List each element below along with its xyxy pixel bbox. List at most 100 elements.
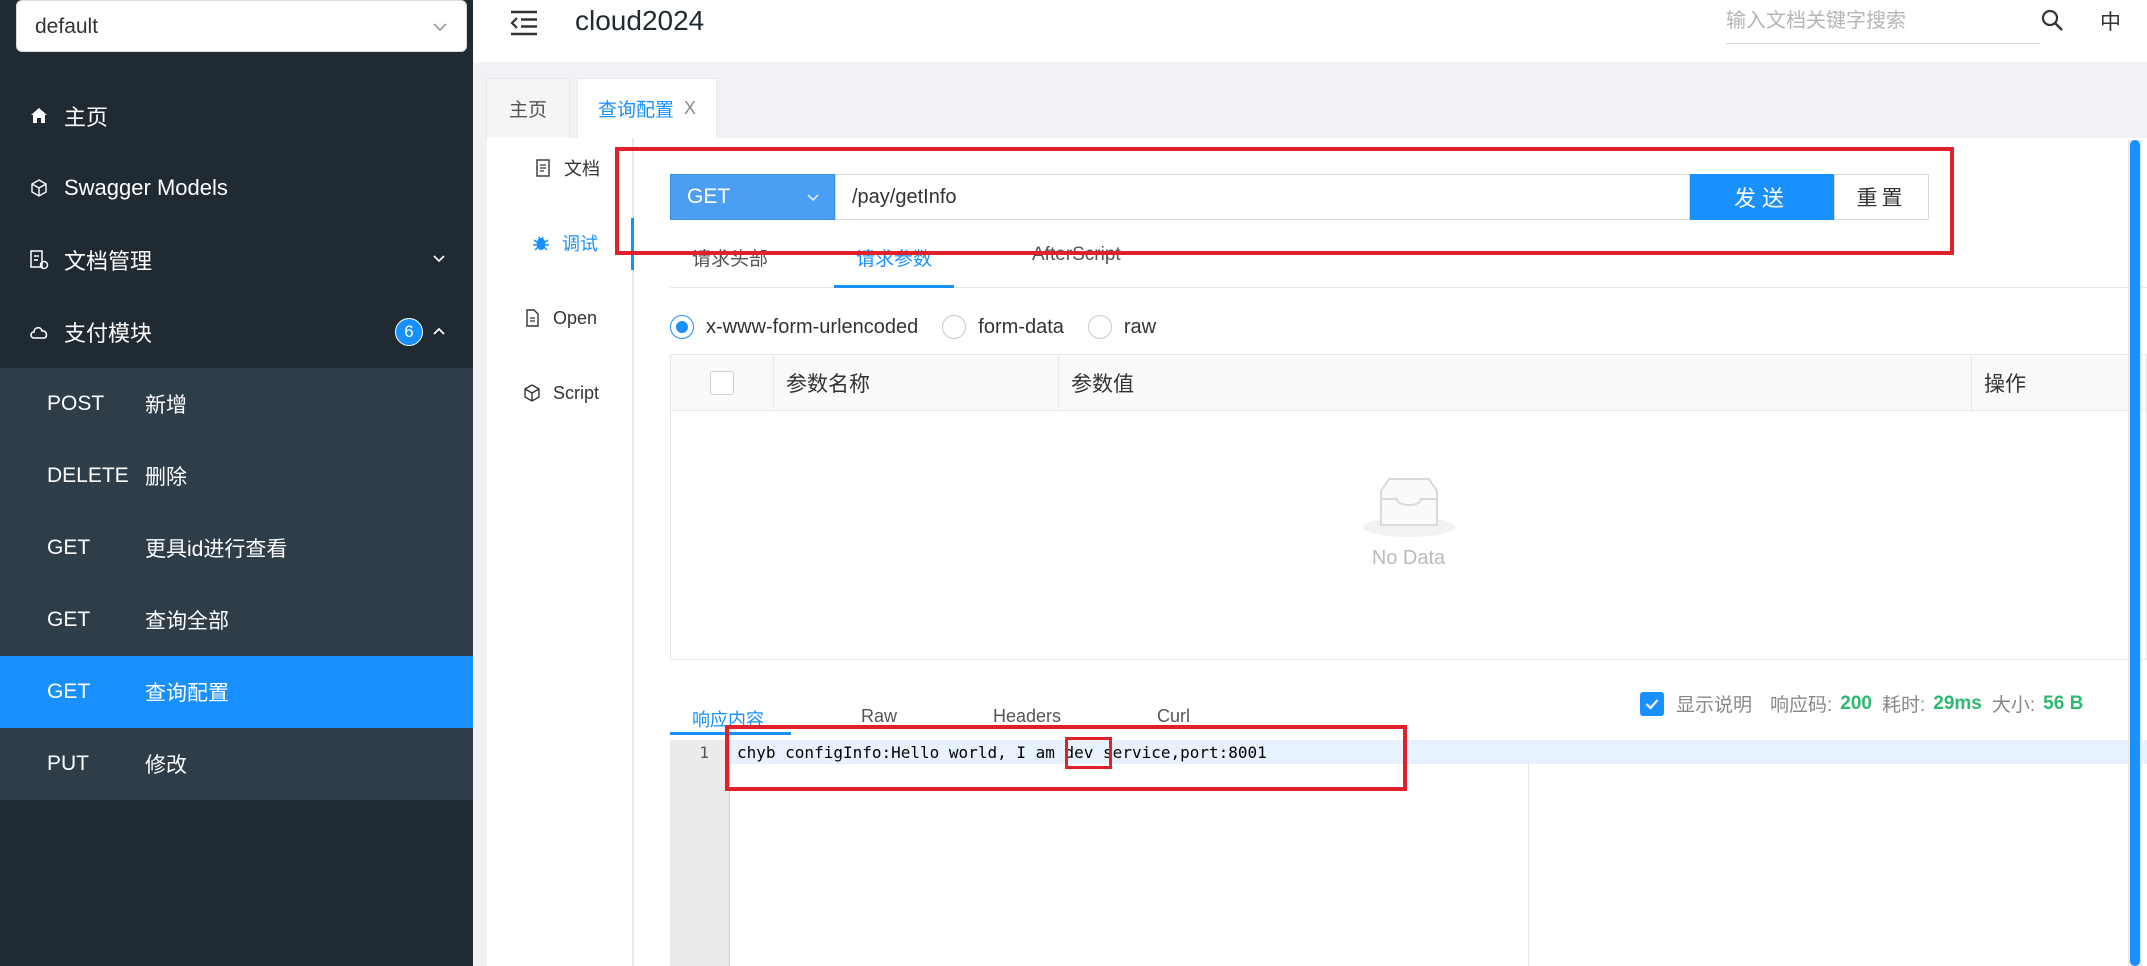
endpoint-label: 修改 [145, 754, 187, 777]
sidebar-menu: 主页 Swagger Models 文档管理 支付模块 6 [0, 80, 473, 368]
search-input[interactable] [1726, 0, 2040, 44]
show-description-checkbox[interactable] [1640, 691, 1664, 716]
http-method: PUT [47, 752, 89, 775]
endpoint-item-delete[interactable]: DELETE 删除 [0, 440, 473, 512]
radio-label: raw [1123, 315, 1157, 338]
home-icon [28, 105, 50, 127]
status-code-label: 响应码: [1770, 695, 1833, 716]
status-code-value: 200 [1840, 692, 1872, 714]
http-method: GET [47, 608, 91, 631]
show-description-label: 显示说明 [1676, 695, 1753, 716]
radio-circle[interactable] [1087, 315, 1112, 339]
scrollbar[interactable] [2128, 140, 2142, 966]
tab-home[interactable]: 主页 [486, 78, 570, 138]
scrollbar-thumb[interactable] [2130, 140, 2140, 966]
check-icon [1645, 698, 1659, 710]
endpoint-label: 更具id进行查看 [145, 538, 288, 561]
radio-label: form-data [978, 315, 1064, 338]
app-title: cloud2024 [575, 5, 705, 36]
endpoint-item-get-all[interactable]: GET 查询全部 [0, 584, 473, 656]
params-table: 参数名称 参数值 操作 No Data [670, 354, 2147, 660]
file-icon [523, 309, 541, 327]
sidebar-item-label: Swagger Models [64, 175, 228, 200]
tab-response-headers[interactable]: Headers [993, 706, 1061, 727]
body-type-radios: x-www-form-urlencoded form-data raw [670, 312, 1180, 342]
top-header: cloud2024 中 [473, 0, 2147, 66]
sidebar-item-label: 支付模块 [64, 321, 153, 346]
endpoint-label: 删除 [145, 466, 187, 489]
empty-text: No Data [1371, 547, 1446, 569]
highlight-box-request [615, 147, 1954, 255]
highlight-box-dev [1065, 737, 1112, 769]
size-value: 56 B [2043, 692, 2084, 714]
chevron-down-icon [433, 23, 447, 32]
sidebar: default 主页 Swagger Models 文档管理 支付模块 6 PO… [0, 0, 473, 966]
menu-fold-icon[interactable] [509, 10, 539, 36]
endpoint-label: 查询配置 [145, 682, 229, 705]
tab-response-curl[interactable]: Curl [1157, 706, 1190, 727]
radio-form-data[interactable]: form-data [942, 315, 1064, 339]
table-header: 参数名称 参数值 操作 [671, 355, 2146, 411]
endpoint-list: POST 新增 DELETE 删除 GET 更具id进行查看 GET 查询全部 … [0, 368, 473, 800]
column-header: 参数名称 [774, 355, 1059, 411]
endpoint-label: 查询全部 [145, 610, 229, 633]
endpoint-item-post-add[interactable]: POST 新增 [0, 368, 473, 440]
sidebar-item-label: 主页 [64, 105, 109, 130]
print-margin [1528, 764, 1529, 966]
http-method: GET [47, 680, 91, 703]
http-method: DELETE [47, 464, 129, 487]
line-gutter: 1 [670, 740, 730, 966]
code-sandbox-icon [523, 384, 541, 402]
empty-state: No Data [671, 475, 2146, 570]
group-select-value: default [35, 15, 99, 38]
tab-open[interactable]: Open [487, 298, 634, 338]
bug-icon [532, 234, 550, 252]
sidebar-item-swagger-models[interactable]: Swagger Models [0, 152, 473, 224]
endpoint-label: 新增 [145, 394, 187, 417]
select-all-checkbox[interactable] [710, 371, 734, 395]
language-toggle[interactable]: 中 [2100, 6, 2121, 36]
tab-label: 主页 [508, 100, 547, 121]
elapsed-time-value: 29ms [1933, 692, 1982, 714]
count-badge: 6 [395, 318, 423, 346]
tab-debug[interactable]: 调试 [487, 223, 634, 263]
close-icon[interactable]: X [684, 98, 696, 119]
active-tab-indicator [834, 285, 954, 288]
group-select[interactable]: default [16, 0, 467, 52]
tab-query-config[interactable]: 查询配置 X [577, 78, 717, 138]
radio-circle[interactable] [942, 315, 967, 339]
line-number: 1 [699, 743, 709, 762]
sidebar-item-label: 文档管理 [64, 249, 153, 274]
radio-circle-checked[interactable] [670, 315, 694, 339]
vertical-tabs: 文档 调试 Open Script [487, 138, 634, 966]
select-all-cell [671, 355, 774, 411]
sidebar-item-doc-management[interactable]: 文档管理 [0, 224, 473, 296]
http-method: GET [47, 536, 91, 559]
endpoint-item-get-by-id[interactable]: GET 更具id进行查看 [0, 512, 473, 584]
radio-urlencoded[interactable]: x-www-form-urlencoded [670, 315, 918, 339]
doc-settings-icon [28, 249, 50, 271]
column-header: 操作 [1984, 373, 2026, 396]
radio-label: x-www-form-urlencoded [706, 315, 919, 338]
chevron-up-icon [433, 327, 445, 335]
tab-docs[interactable]: 文档 [487, 148, 634, 188]
tab-script[interactable]: Script [487, 373, 634, 413]
endpoint-item-get-config[interactable]: GET 查询配置 [0, 656, 473, 728]
cube-icon [28, 177, 50, 199]
tab-response-raw[interactable]: Raw [861, 706, 897, 727]
response-meta: 显示说明 响应码: 200 耗时: 29ms 大小: 56 B [1640, 690, 2083, 717]
column-header: 参数值 [1059, 355, 1972, 411]
search-icon[interactable] [2040, 8, 2064, 32]
chevron-down-icon [433, 255, 445, 263]
radio-raw[interactable]: raw [1087, 315, 1157, 339]
http-method: POST [47, 392, 105, 415]
tab-label: Open [553, 307, 598, 328]
size-label: 大小: [1991, 695, 2036, 716]
sidebar-item-payment-module[interactable]: 支付模块 6 [0, 296, 473, 368]
tab-label: 查询配置 [597, 100, 674, 121]
sidebar-item-home[interactable]: 主页 [0, 80, 473, 152]
tab-label: 调试 [562, 234, 598, 254]
cloud-icon [28, 321, 50, 343]
inbox-empty-icon [1362, 478, 1455, 537]
endpoint-item-put-update[interactable]: PUT 修改 [0, 728, 473, 800]
